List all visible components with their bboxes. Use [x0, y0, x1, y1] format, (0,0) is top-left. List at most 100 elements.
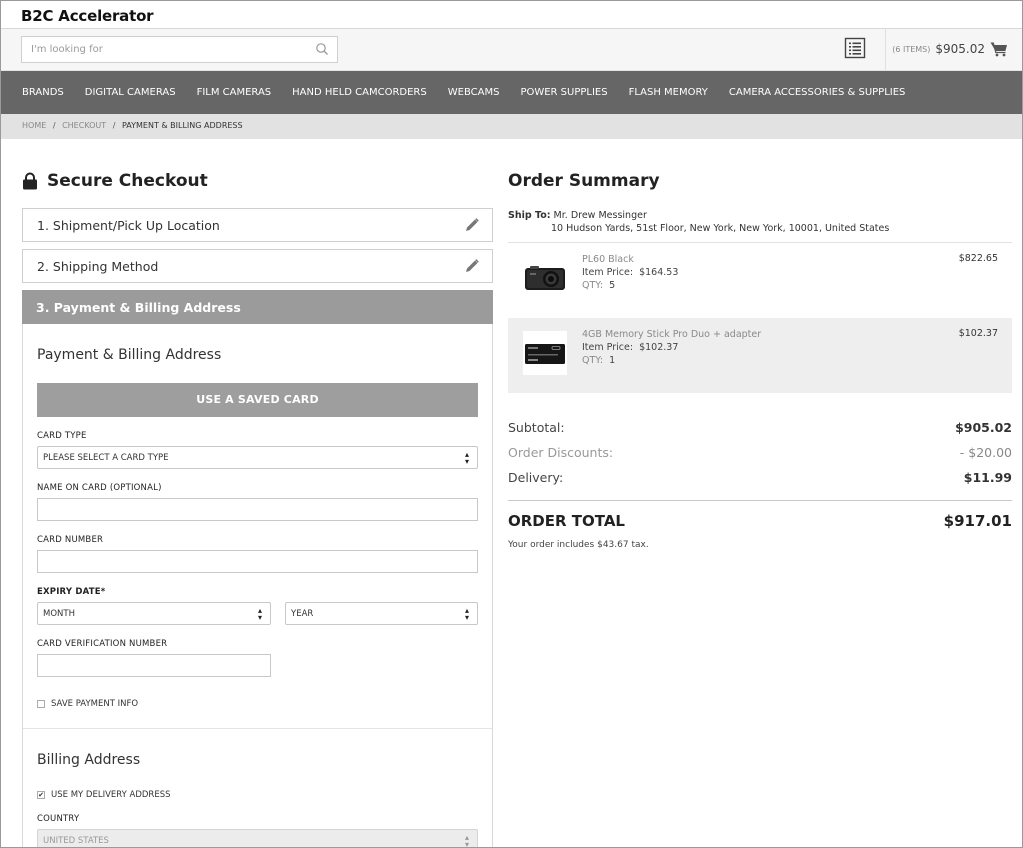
memory-stick-thumbnail — [523, 331, 567, 375]
step-shipping-method[interactable]: 2. Shipping Method — [22, 249, 493, 283]
page: B2C Accelerator (6 ITEMS) $905.02 — [0, 0, 1023, 848]
nav-hand-held-camcorders[interactable]: HAND HELD CAMCORDERS — [292, 87, 427, 98]
country-label: COUNTRY — [37, 814, 80, 824]
search-icon[interactable] — [315, 42, 329, 56]
cart-total: $905.02 — [935, 42, 985, 56]
order-summary-title: Order Summary — [508, 171, 660, 191]
nav-digital-cameras[interactable]: DIGITAL CAMERAS — [85, 87, 176, 98]
item-total: $102.37 — [958, 328, 998, 339]
pencil-icon[interactable] — [464, 217, 480, 233]
select-arrows-icon: ▴ ▾ — [465, 606, 470, 622]
order-summary: Order Summary Ship To: Mr. Drew Messinge… — [508, 171, 1012, 550]
ship-to-name: Mr. Drew Messinger — [553, 210, 647, 221]
cvn-input[interactable] — [37, 654, 271, 677]
breadcrumb-checkout[interactable]: CHECKOUT — [62, 121, 106, 130]
discounts-label: Order Discounts: — [508, 445, 614, 460]
card-type-select[interactable]: PLEASE SELECT A CARD TYPE ▴ ▾ — [37, 446, 478, 469]
item-qty: 1 — [609, 355, 616, 366]
step-payment-label: 3. Payment & Billing Address — [36, 299, 241, 315]
order-item: 4GB Memory Stick Pro Duo + adapter Item … — [508, 318, 1012, 393]
order-total-row: ORDER TOTAL $917.01 — [508, 512, 1012, 532]
breadcrumb-current: PAYMENT & BILLING ADDRESS — [121, 121, 243, 130]
ship-to-label: Ship To: — [508, 210, 551, 221]
save-payment-label: SAVE PAYMENT INFO — [51, 699, 139, 709]
main-nav: BRANDS DIGITAL CAMERAS FILM CAMERAS HAND… — [1, 71, 1022, 114]
save-payment-checkbox-row[interactable]: SAVE PAYMENT INFO — [37, 699, 478, 709]
mini-cart[interactable]: (6 ITEMS) $905.02 — [892, 41, 1008, 57]
payment-heading: Payment & Billing Address — [37, 347, 222, 363]
country-select[interactable]: UNITED STATES ▴ ▾ — [37, 829, 478, 848]
use-delivery-checkbox[interactable]: ✔ — [37, 791, 45, 799]
lock-icon — [23, 172, 37, 190]
search-row: (6 ITEMS) $905.02 — [1, 29, 1022, 71]
select-arrows-icon: ▴ ▾ — [465, 450, 470, 466]
item-name[interactable]: 4GB Memory Stick Pro Duo + adapter — [582, 328, 761, 341]
payment-panel: Payment & Billing Address USE A SAVED CA… — [22, 324, 493, 848]
breadcrumb-separator: / — [52, 121, 56, 130]
item-price-label: Item Price: — [582, 342, 634, 353]
use-delivery-checkbox-row[interactable]: ✔ USE MY DELIVERY ADDRESS — [37, 790, 478, 800]
expiry-year-select[interactable]: YEAR ▴ ▾ — [285, 602, 478, 625]
cvn-label: CARD VERIFICATION NUMBER — [37, 639, 168, 649]
nav-power-supplies[interactable]: POWER SUPPLIES — [520, 87, 607, 98]
item-price: $102.37 — [639, 342, 679, 353]
cart-icon[interactable] — [990, 41, 1008, 57]
checkout-column: Secure Checkout 1. Shipment/Pick Up Loca… — [22, 171, 493, 848]
order-total-value: $917.01 — [943, 512, 1012, 530]
select-arrows-icon: ▴ ▾ — [465, 833, 470, 848]
item-name[interactable]: PL60 Black — [582, 253, 678, 266]
discounts-value: - $20.00 — [959, 445, 1012, 460]
card-type-value: PLEASE SELECT A CARD TYPE — [43, 453, 169, 463]
delivery-row: Delivery: $11.99 — [508, 470, 1012, 495]
name-on-card-input[interactable] — [37, 498, 478, 521]
delivery-label: Delivery: — [508, 470, 564, 485]
nav-film-cameras[interactable]: FILM CAMERAS — [197, 87, 272, 98]
expiry-month-value: MONTH — [43, 609, 75, 619]
nav-flash-memory[interactable]: FLASH MEMORY — [629, 87, 708, 98]
subtotal-label: Subtotal: — [508, 420, 565, 435]
country-value: UNITED STATES — [43, 836, 109, 846]
order-totals: Subtotal: $905.02 Order Discounts: - $20… — [508, 420, 1012, 550]
name-on-card-label: NAME ON CARD (OPTIONAL) — [37, 483, 162, 493]
list-icon[interactable] — [844, 37, 866, 59]
breadcrumb: HOME / CHECKOUT / PAYMENT & BILLING ADDR… — [1, 114, 1022, 139]
brand-logo[interactable]: B2C Accelerator — [21, 7, 154, 25]
item-price-label: Item Price: — [582, 267, 634, 278]
item-price: $164.53 — [639, 267, 679, 278]
totals-divider — [508, 500, 1012, 501]
card-type-label: CARD TYPE — [37, 431, 87, 441]
item-meta: 4GB Memory Stick Pro Duo + adapter Item … — [582, 328, 761, 367]
ship-to: Ship To: Mr. Drew Messinger 10 Hudson Ya… — [508, 209, 1012, 235]
header-divider — [885, 29, 886, 71]
search-input[interactable] — [22, 37, 302, 62]
ship-to-address: 10 Hudson Yards, 51st Floor, New York, N… — [551, 223, 890, 234]
step-shipment-location[interactable]: 1. Shipment/Pick Up Location — [22, 208, 493, 242]
subtotal-row: Subtotal: $905.02 — [508, 420, 1012, 445]
search-box[interactable] — [21, 36, 338, 63]
billing-heading: Billing Address — [37, 752, 141, 768]
breadcrumb-home[interactable]: HOME — [22, 121, 46, 130]
expiry-year-value: YEAR — [291, 609, 314, 619]
page-title: Secure Checkout — [22, 171, 493, 191]
camera-thumbnail — [525, 266, 565, 290]
order-total-label: ORDER TOTAL — [508, 512, 625, 530]
step-shipping-method-label: 2. Shipping Method — [37, 258, 159, 274]
nav-brands[interactable]: BRANDS — [22, 87, 64, 98]
step-shipment-label: 1. Shipment/Pick Up Location — [37, 217, 220, 233]
subtotal-value: $905.02 — [955, 420, 1012, 435]
nav-webcams[interactable]: WEBCAMS — [448, 87, 500, 98]
item-total: $822.65 — [958, 253, 998, 264]
tax-note: Your order includes $43.67 tax. — [508, 540, 649, 550]
discounts-row: Order Discounts: - $20.00 — [508, 445, 1012, 470]
pencil-icon[interactable] — [464, 258, 480, 274]
card-number-label: CARD NUMBER — [37, 535, 104, 545]
card-number-input[interactable] — [37, 550, 478, 573]
save-payment-checkbox[interactable] — [37, 700, 45, 708]
delivery-value: $11.99 — [963, 470, 1012, 485]
expiry-date-label: EXPIRY DATE* — [37, 587, 106, 597]
nav-camera-accessories[interactable]: CAMERA ACCESSORIES & SUPPLIES — [729, 87, 905, 98]
secure-checkout-title: Secure Checkout — [47, 171, 208, 191]
order-item: PL60 Black Item Price: $164.53 QTY: 5 $8… — [508, 243, 1012, 318]
use-saved-card-button[interactable]: USE A SAVED CARD — [37, 383, 478, 417]
expiry-month-select[interactable]: MONTH ▴ ▾ — [37, 602, 271, 625]
